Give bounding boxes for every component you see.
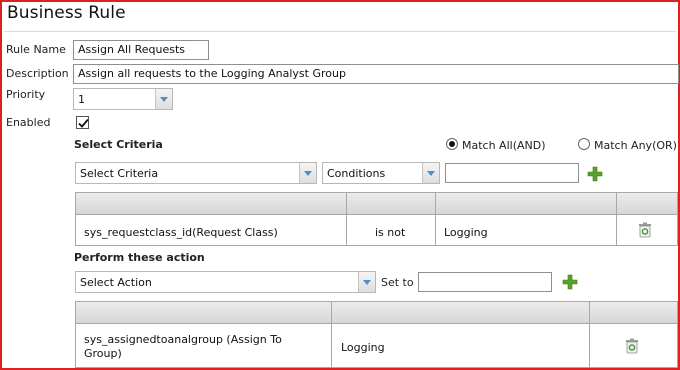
add-criteria-icon[interactable] [587, 166, 603, 182]
action-row-field-line2: Group) [84, 347, 122, 360]
action-row-value: Logging [341, 341, 385, 354]
page-title: Business Rule [7, 3, 126, 23]
rule-name-label: Rule Name [6, 43, 66, 56]
description-label: Description [6, 67, 69, 80]
criteria-heading: Select Criteria [74, 138, 163, 151]
criteria-field-value: Select Criteria [80, 167, 159, 180]
criteria-row-value: Logging [444, 226, 488, 239]
set-to-label: Set to [381, 276, 414, 289]
chevron-down-icon[interactable] [155, 89, 172, 109]
action-row-field-line1: sys_assignedtoanalgroup (Assign To [84, 333, 282, 346]
criteria-table-header [76, 193, 677, 215]
criteria-row-condition: is not [375, 226, 406, 239]
checkmark-icon [78, 118, 89, 128]
chevron-down-icon[interactable] [358, 272, 375, 292]
action-select[interactable]: Select Action [75, 271, 376, 293]
column-divider [346, 193, 347, 245]
chevron-down-icon[interactable] [299, 163, 316, 183]
title-divider [4, 31, 676, 32]
column-divider [331, 302, 332, 367]
criteria-condition-value: Conditions [327, 167, 386, 180]
criteria-field-select[interactable]: Select Criteria [75, 162, 317, 184]
criteria-row-field: sys_requestclass_id(Request Class) [84, 226, 278, 239]
trash-icon[interactable] [625, 338, 639, 354]
priority-select[interactable]: 1 [73, 88, 173, 110]
enabled-label: Enabled [6, 116, 51, 129]
column-divider [616, 193, 617, 245]
business-rule-panel: Business Rule Rule Name Assign All Reque… [0, 0, 680, 370]
trash-icon[interactable] [638, 222, 652, 238]
criteria-condition-select[interactable]: Conditions [322, 162, 440, 184]
add-action-icon[interactable] [562, 274, 578, 290]
match-any-label[interactable]: Match Any(OR) [594, 139, 677, 152]
rule-name-input[interactable]: Assign All Requests [73, 40, 209, 60]
criteria-table: sys_requestclass_id(Request Class) is no… [75, 192, 678, 246]
column-divider [435, 193, 436, 245]
enabled-checkbox[interactable] [76, 116, 89, 129]
chevron-down-icon[interactable] [422, 163, 439, 183]
actions-table: sys_assignedtoanalgroup (Assign To Group… [75, 301, 678, 368]
description-input[interactable]: Assign all requests to the Logging Analy… [73, 64, 679, 84]
actions-table-header [76, 302, 677, 324]
set-to-input[interactable] [418, 272, 552, 292]
match-all-radio[interactable] [446, 138, 458, 150]
priority-label: Priority [6, 88, 46, 101]
criteria-value-input[interactable] [445, 163, 579, 183]
column-divider [589, 302, 590, 367]
match-all-label[interactable]: Match All(AND) [462, 139, 546, 152]
actions-heading: Perform these action [74, 251, 205, 264]
priority-value: 1 [78, 93, 85, 106]
action-select-value: Select Action [80, 276, 152, 289]
match-any-radio[interactable] [578, 138, 590, 150]
